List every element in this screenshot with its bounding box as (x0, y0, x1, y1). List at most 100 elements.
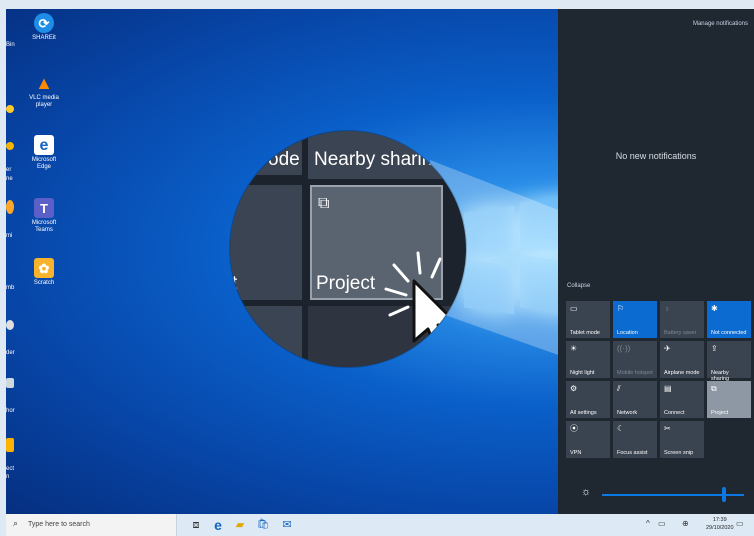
desktop-icon-scratch[interactable]: ✿ Scratch (24, 258, 64, 287)
desktop-icon-shareit[interactable]: ⟳ SHAREit (24, 13, 64, 42)
project-icon: ⧉ (318, 195, 330, 212)
quick-action-label: Mobile hotspot (617, 370, 653, 376)
partial-icon-label: hor (6, 408, 15, 414)
partial-icon-label: mi (6, 233, 13, 239)
no-notifications-text: No new notifications (615, 151, 697, 161)
partial-icon-label: der (6, 350, 15, 356)
quick-action-tile[interactable]: ⦿ VPN (566, 421, 610, 458)
partial-icon-label: n (6, 474, 10, 480)
quick-action-icon: ▤ (664, 384, 672, 393)
quick-action-icon: ⧉ (711, 384, 717, 393)
quick-action-icon: ⚐ (617, 304, 625, 313)
quick-action-label: Not connected (711, 330, 747, 336)
search-placeholder: Type here to search (28, 521, 90, 528)
zoom-label-project: Project (316, 273, 376, 294)
brightness-thumb[interactable] (722, 487, 726, 502)
quick-action-label: Tablet mode (570, 330, 600, 336)
edge-taskbar-icon[interactable]: e (211, 517, 225, 533)
partial-desktop-icon[interactable] (6, 105, 14, 113)
quick-action-icon: ☾ (617, 424, 625, 433)
quick-action-icon: ✈ (664, 344, 671, 353)
quick-action-label: Screen snip (664, 450, 694, 456)
quick-action-label: Project (711, 410, 729, 416)
clock-date: 29/10/2020 (706, 525, 734, 531)
quick-action-label: Connect (664, 410, 685, 416)
quick-action-label: Battery saver (664, 330, 697, 336)
quick-action-label: VPN (570, 450, 582, 456)
quick-action-tile[interactable]: ☾ Focus assist (613, 421, 657, 458)
desktop-icon-label: VLC media player (29, 95, 59, 108)
partial-icon-label: Bin (6, 42, 15, 48)
clock-time: 17:39 (712, 517, 727, 523)
quick-action-label: Night light (570, 370, 595, 376)
zoom-label-partial: t (232, 273, 238, 294)
magnifier-zoom-circle: ode Nearby sharing t ⧉ Project (230, 131, 466, 367)
taskbar-clock[interactable]: 17:39 29/10/2020 (706, 516, 734, 532)
file-explorer-icon[interactable]: ▰ (233, 517, 247, 533)
task-view-icon[interactable]: ⧈ (189, 517, 203, 533)
partial-desktop-icon[interactable] (6, 320, 14, 330)
manage-notifications-link[interactable]: Manage notifications (693, 21, 748, 27)
teams-icon: T (34, 198, 54, 218)
quick-action-tile[interactable]: ☀ Night light (566, 341, 610, 378)
quick-action-label: Focus assist (617, 450, 648, 456)
quick-action-icon: ✱ (711, 304, 718, 313)
quick-action-tile[interactable]: ((·)) Mobile hotspot (613, 341, 657, 378)
quick-action-label: Airplane mode (664, 370, 700, 376)
brightness-icon: ☼ (581, 486, 592, 498)
scratch-icon: ✿ (34, 258, 54, 278)
quick-action-tile[interactable]: ⫽ Network (613, 381, 657, 418)
search-icon: ⌕ (13, 518, 19, 528)
partial-icon-label: ect (6, 466, 15, 472)
edge-icon: e (34, 135, 54, 155)
quick-action-tile[interactable]: ♁ Battery saver (660, 301, 704, 338)
partial-desktop-icon[interactable] (6, 438, 14, 452)
quick-action-icon: ⦿ (570, 424, 578, 433)
quick-action-tile[interactable]: ▤ Connect (660, 381, 704, 418)
taskbar-search-box[interactable]: ⌕ Type here to search (6, 514, 177, 536)
quick-action-tile[interactable]: ⧉ Project (707, 381, 751, 418)
quick-action-tile[interactable]: ⚐ Location (613, 301, 657, 338)
quick-action-icon: ((·)) (617, 344, 631, 353)
desktop-icon-teams[interactable]: T Microsoft Teams (24, 198, 64, 234)
partial-icon-label: ne (6, 176, 13, 182)
mouse-pointer-icon (412, 279, 460, 355)
shareit-icon: ⟳ (34, 13, 54, 33)
mail-icon[interactable]: ✉ (280, 517, 294, 533)
partial-desktop-icon[interactable] (6, 200, 14, 214)
zoom-tile-vpn (230, 306, 302, 367)
quick-action-tile[interactable]: ⇪ Nearby sharing (707, 341, 751, 382)
zoom-tile-connect (230, 185, 302, 300)
partial-icon-label: mb (6, 285, 15, 291)
notifications-icon[interactable]: ▭ (736, 519, 744, 528)
quick-action-tile[interactable]: ✱ Not connected (707, 301, 751, 338)
desktop-icon-vlc[interactable]: ▲ VLC media player (24, 73, 64, 109)
quick-action-tile[interactable]: ⚙ All settings (566, 381, 610, 418)
collapse-link[interactable]: Collapse (567, 283, 590, 289)
quick-action-icon: ⇪ (711, 344, 718, 353)
store-icon[interactable]: 🛍 (256, 517, 270, 533)
quick-action-tile[interactable]: ✈ Airplane mode (660, 341, 704, 378)
quick-action-icon: ♁ (664, 304, 670, 313)
quick-action-label: Network (617, 410, 638, 416)
quick-action-icon: ⚙ (570, 384, 578, 393)
desktop-icon-label: Microsoft Teams (31, 220, 57, 233)
quick-action-label: All settings (570, 410, 597, 416)
quick-action-label: Location (617, 330, 638, 336)
desktop-icon-label: SHAREit (32, 35, 56, 41)
brightness-slider[interactable]: ☼ (576, 486, 746, 502)
desktop-icon-label: Microsoft Edge (31, 157, 57, 170)
screenshot-frame: Bin er ne mi mb der hor ect n ⟳ SHAREit … (0, 0, 754, 536)
action-center-panel: Manage notifications No new notification… (558, 9, 754, 514)
desktop-icon-label: Scratch (33, 280, 55, 286)
tray-chevron-icon[interactable]: ^ (646, 519, 650, 528)
quick-action-tile[interactable]: ✂ Screen snip (660, 421, 704, 458)
tray-language-icon[interactable]: ⊕ (682, 519, 689, 528)
partial-desktop-icon[interactable] (6, 142, 14, 150)
desktop-icon-edge[interactable]: e Microsoft Edge (24, 135, 64, 171)
tray-network-icon[interactable]: ▭ (658, 519, 666, 528)
partial-icon-label: er (6, 167, 12, 173)
quick-action-tile[interactable]: ▭ Tablet mode (566, 301, 610, 338)
partial-desktop-icon[interactable] (6, 378, 14, 388)
zoom-label-partial: ode (268, 149, 300, 170)
